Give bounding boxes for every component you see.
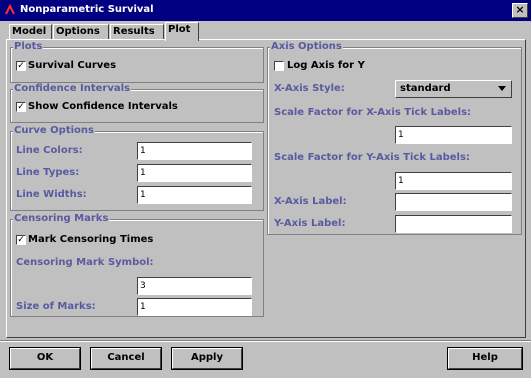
show-confidence-checkbox[interactable]: ✓ [16, 102, 26, 112]
survival-curves-checkbox[interactable]: ✓ [16, 61, 26, 71]
x-axis-label-input[interactable] [395, 193, 512, 211]
app-icon [5, 4, 15, 15]
size-of-marks-label: Size of Marks: [16, 301, 96, 312]
y-scale-input[interactable]: 1 [395, 172, 512, 190]
plots-group-title: Plots [13, 41, 44, 53]
x-axis-label-label: X-Axis Label: [274, 196, 347, 207]
tab-results[interactable]: Results [110, 24, 164, 40]
axis-options-group-title: Axis Options [270, 41, 343, 53]
tab-model[interactable]: Model [9, 24, 52, 40]
censoring-group-title: Censoring Marks [13, 213, 110, 225]
apply-button[interactable]: Apply [172, 348, 242, 369]
x-axis-style-label: X-Axis Style: [274, 83, 345, 94]
cancel-button[interactable]: Cancel [91, 348, 161, 369]
line-colors-input[interactable]: 1 [137, 142, 252, 160]
close-icon[interactable]: × [512, 3, 528, 18]
axis-options-group: Axis Options Log Axis for Y X-Axis Style… [267, 41, 522, 235]
mark-censoring-label: Mark Censoring Times [28, 234, 154, 245]
ok-button[interactable]: OK [10, 348, 80, 369]
log-y-label: Log Axis for Y [287, 60, 365, 71]
curve-options-group: Curve Options Line Colors: 1 Line Types:… [10, 125, 264, 211]
x-scale-label: Scale Factor for X-Axis Tick Labels: [274, 107, 472, 118]
help-button[interactable]: Help [448, 348, 522, 369]
confidence-group-title: Confidence Intervals [13, 83, 131, 95]
censoring-symbol-input[interactable]: 3 [137, 277, 252, 295]
censoring-symbol-label: Censoring Mark Symbol: [16, 257, 154, 268]
line-colors-label: Line Colors: [16, 145, 83, 156]
x-axis-style-value: standard [400, 83, 451, 94]
tab-plot[interactable]: Plot [165, 22, 199, 41]
button-bar-separator [0, 340, 531, 342]
confidence-group: Confidence Intervals ✓ Show Confidence I… [10, 83, 264, 123]
window-title: Nonparametric Survival [20, 4, 154, 15]
tab-content-plot: Plots ✓ Survival Curves Confidence Inter… [6, 39, 526, 338]
line-types-label: Line Types: [16, 167, 80, 178]
tab-options[interactable]: Options [53, 24, 109, 40]
x-scale-input[interactable]: 1 [395, 126, 512, 144]
y-scale-label: Scale Factor for Y-Axis Tick Labels: [274, 152, 470, 163]
log-y-checkbox[interactable] [274, 61, 284, 71]
line-widths-label: Line Widths: [16, 189, 87, 200]
show-confidence-label: Show Confidence Intervals [28, 101, 178, 112]
title-bar: Nonparametric Survival × [0, 0, 531, 21]
x-axis-style-select[interactable]: standard [395, 80, 512, 98]
line-types-input[interactable]: 1 [137, 164, 252, 182]
survival-curves-label: Survival Curves [28, 60, 117, 71]
size-of-marks-input[interactable]: 1 [137, 298, 252, 316]
chevron-down-icon [498, 86, 506, 91]
plots-group: Plots ✓ Survival Curves [10, 41, 264, 83]
y-axis-label-label: Y-Axis Label: [274, 218, 346, 229]
line-widths-input[interactable]: 1 [137, 186, 252, 204]
curve-options-group-title: Curve Options [13, 125, 95, 137]
mark-censoring-checkbox[interactable]: ✓ [16, 235, 26, 245]
y-axis-label-input[interactable] [395, 215, 512, 233]
censoring-group: Censoring Marks ✓ Mark Censoring Times C… [10, 213, 264, 317]
